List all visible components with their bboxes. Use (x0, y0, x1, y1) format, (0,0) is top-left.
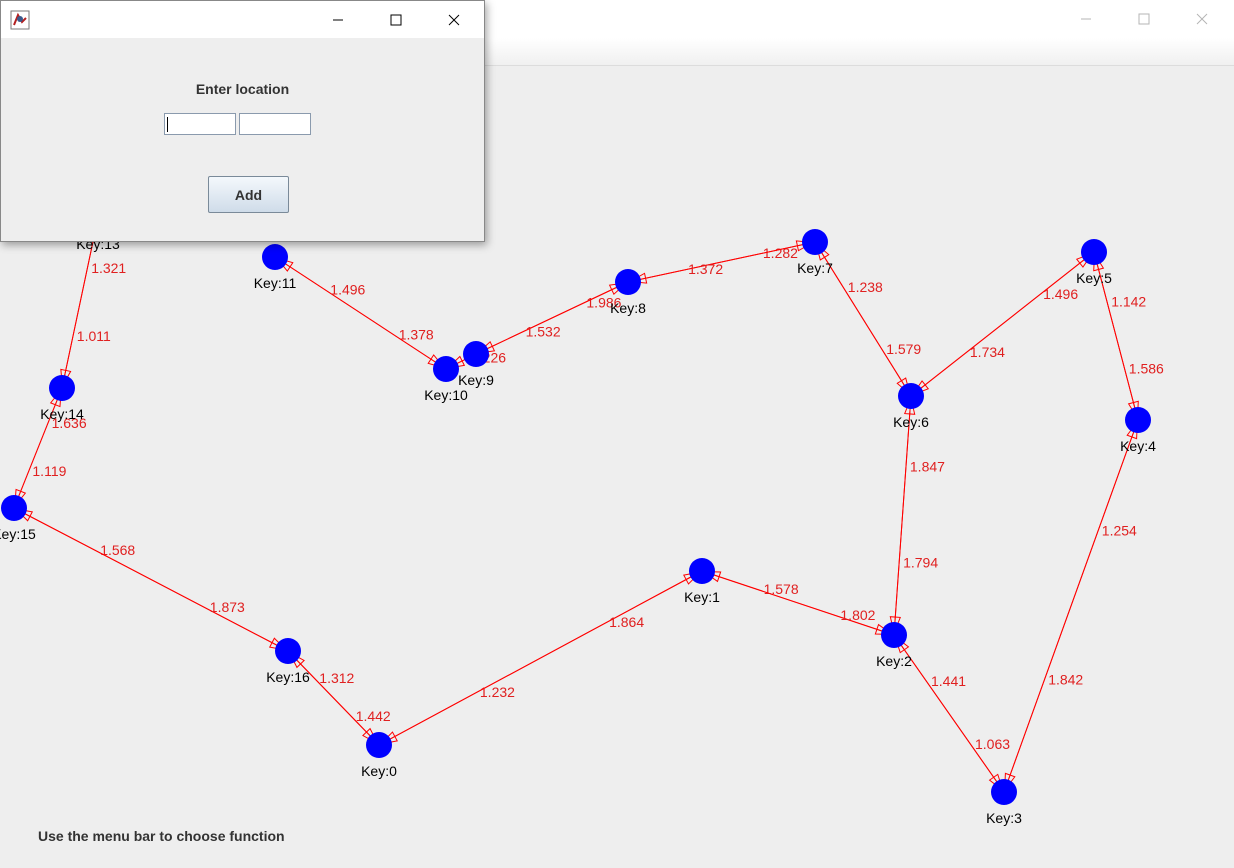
minimize-icon[interactable] (1063, 0, 1109, 38)
graph-edge: 1.254 (1003, 419, 1139, 793)
node-circle[interactable] (366, 732, 392, 758)
graph-node[interactable]: Key:5 (1076, 239, 1112, 286)
edge-weight-label: 1.734 (970, 344, 1005, 360)
edge-weight-label: 1.794 (903, 554, 938, 570)
dialog-title-bar[interactable] (1, 1, 484, 38)
maximize-icon[interactable] (1121, 0, 1167, 38)
graph-edge: 1.496 (274, 256, 447, 370)
status-text: Use the menu bar to choose function (38, 828, 285, 844)
graph-edge: 1.734 (910, 251, 1095, 397)
edges-layer: 1.442 1.312 1.232 1.864 1.578 1.802 1.441 1.063… (13, 217, 1164, 793)
location-x-input[interactable] (164, 113, 236, 135)
node-key-label: Key:2 (876, 653, 912, 669)
node-key-label: Key:11 (254, 275, 297, 291)
edge-weight-label: 1.312 (319, 670, 354, 686)
edge-weight-label: 1.238 (848, 279, 883, 295)
edge-weight-label: 1.873 (210, 599, 245, 615)
node-key-label: Key:1 (684, 589, 720, 605)
node-circle[interactable] (1, 495, 27, 521)
graph-node[interactable]: Key:14 (40, 375, 84, 422)
node-key-label: Key:8 (610, 300, 646, 316)
nodes-layer: Key:0 Key:1 Key:2 Key:3 Key:4 Key:5 Key:6 Key:7… (0, 205, 1156, 826)
dialog-close-icon[interactable] (431, 1, 477, 39)
edge-weight-label: 1.847 (910, 459, 945, 475)
node-key-label: Key:3 (986, 810, 1022, 826)
node-circle[interactable] (991, 779, 1017, 805)
edge-weight-label: 1.372 (688, 261, 723, 277)
edge-weight-label: 1.232 (480, 684, 515, 700)
edge-weight-label: 1.282 (763, 245, 798, 261)
node-circle[interactable] (433, 356, 459, 382)
graph-edge: 1.794 (893, 395, 938, 636)
graph-edge: 1.312 (287, 650, 380, 746)
node-key-label: Key:5 (1076, 270, 1112, 286)
graph-edge: 1.847 (889, 395, 945, 636)
java-app-icon (10, 10, 30, 30)
edge-weight-label: 1.321 (91, 260, 126, 276)
node-key-label: Key:10 (424, 387, 468, 403)
edge-weight-label: 1.496 (330, 282, 365, 298)
node-circle[interactable] (1081, 239, 1107, 265)
node-circle[interactable] (881, 622, 907, 648)
add-button[interactable]: Add (208, 176, 289, 213)
node-circle[interactable] (898, 383, 924, 409)
node-circle[interactable] (1125, 407, 1151, 433)
edge-weight-label: 1.254 (1102, 523, 1137, 539)
edge-weight-label: 1.142 (1111, 293, 1146, 309)
close-icon[interactable] (1179, 0, 1225, 38)
node-circle[interactable] (802, 229, 828, 255)
node-key-label: Key:4 (1120, 438, 1156, 454)
edge-weight-label: 1.496 (1043, 286, 1078, 302)
location-y-input[interactable] (239, 113, 311, 135)
node-key-label: Key:14 (40, 406, 84, 422)
dialog-minimize-icon[interactable] (315, 1, 361, 39)
edge-weight-label: 1.378 (399, 326, 434, 342)
graph-node[interactable]: Key:15 (0, 495, 36, 542)
enter-location-dialog: Enter location Add (0, 0, 485, 242)
node-key-label: Key:9 (458, 372, 494, 388)
node-circle[interactable] (615, 269, 641, 295)
edge-weight-label: 1.532 (526, 323, 561, 339)
edge-weight-label: 1.842 (1048, 671, 1083, 687)
graph-node[interactable]: Key:0 (361, 732, 397, 779)
edge-weight-label: 1.586 (1129, 361, 1164, 377)
node-circle[interactable] (463, 341, 489, 367)
graph-edge: 1.873 (13, 507, 289, 652)
edge-weight-label: 1.063 (975, 736, 1010, 752)
edge-weight-label: 1.864 (609, 614, 644, 630)
node-circle[interactable] (275, 638, 301, 664)
edge-weight-label: 1.802 (840, 607, 875, 623)
edge-weight-label: 1.579 (886, 341, 921, 357)
node-key-label: Key:7 (797, 260, 833, 276)
dialog-maximize-icon[interactable] (373, 1, 419, 39)
graph-node[interactable]: Key:7 (797, 229, 833, 276)
graph-node[interactable]: Key:4 (1120, 407, 1156, 454)
graph-node[interactable]: Key:1 (684, 558, 720, 605)
node-circle[interactable] (689, 558, 715, 584)
node-key-label: Key:15 (0, 526, 36, 542)
graph-node[interactable]: Key:3 (986, 779, 1022, 826)
edge-weight-label: 1.578 (764, 581, 799, 597)
text-caret (167, 117, 168, 132)
node-key-label: Key:16 (266, 669, 310, 685)
enter-location-label: Enter location (195, 81, 290, 97)
node-circle[interactable] (49, 375, 75, 401)
edge-weight-label: 1.119 (32, 463, 66, 479)
edge-weight-label: 1.442 (356, 708, 391, 724)
node-key-label: Key:6 (893, 414, 929, 430)
graph-edge: 1.532 (475, 281, 629, 355)
graph-edge: 1.864 (378, 570, 703, 746)
edge-weight-label: 1.441 (931, 673, 966, 689)
node-key-label: Key:0 (361, 763, 397, 779)
graph-edge: 1.442 (287, 650, 391, 746)
node-circle[interactable] (262, 244, 288, 270)
edge-weight-label: 1.011 (77, 328, 111, 344)
